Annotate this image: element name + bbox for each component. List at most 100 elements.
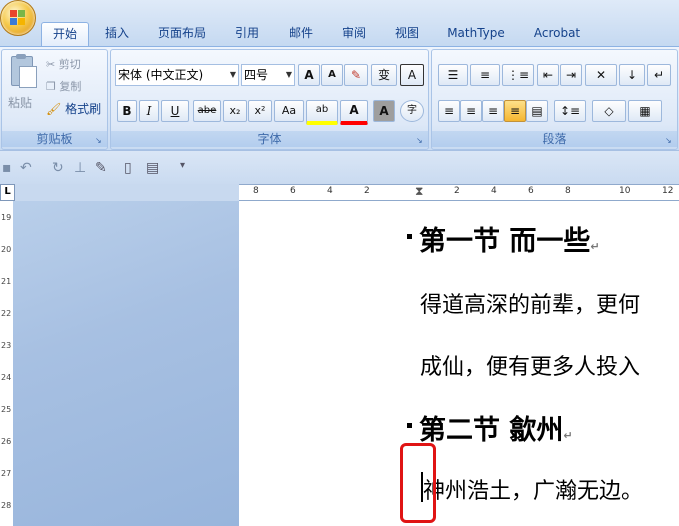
change-case-button[interactable]: Aa	[274, 100, 304, 122]
clipboard-group-label: 剪贴板	[2, 131, 107, 147]
copy-button[interactable]: ❐ 复制	[46, 78, 81, 94]
decrease-indent-icon[interactable]: ⇤	[537, 64, 559, 86]
character-shading-button[interactable]: A	[373, 100, 395, 122]
insert-table-icon[interactable]: ⊥	[74, 160, 86, 176]
vruler-tick-label: 21	[1, 277, 12, 286]
bold-button[interactable]: B	[117, 100, 137, 122]
edit-icon[interactable]: ✎	[95, 160, 107, 176]
office-button[interactable]	[0, 0, 36, 36]
undo-icon[interactable]: ↶	[20, 160, 32, 176]
body-line-1[interactable]: 得道高深的前辈，更何	[420, 287, 640, 319]
clipboard-dialog-launcher-icon[interactable]: ↘	[95, 136, 104, 145]
font-name-combo[interactable]: 宋体 (中文正文) ▼	[115, 64, 239, 86]
font-size-value: 四号	[244, 68, 269, 82]
strikethrough-button[interactable]: abe	[193, 100, 221, 122]
line-spacing-icon[interactable]: ↕≡	[554, 100, 586, 122]
paste-button[interactable]: 粘贴	[8, 94, 32, 111]
tab-references[interactable]: 引用	[225, 22, 269, 44]
heading-1[interactable]: 第一节 而一些↵	[419, 219, 600, 258]
clear-formatting-icon[interactable]: ✎	[344, 64, 368, 86]
ruler-tick-label: 10	[619, 186, 631, 196]
body-line-2[interactable]: 成仙，便有更多人投入	[420, 349, 640, 381]
paragraph-group-label: 段落	[432, 131, 677, 147]
shrink-font-button[interactable]: A	[321, 64, 343, 86]
sort-icon[interactable]: ↓	[619, 64, 645, 86]
indent-marker-icon[interactable]: ⧗	[415, 184, 423, 199]
increase-indent-icon[interactable]: ⇥	[560, 64, 582, 86]
tab-mathtype[interactable]: MathType	[440, 22, 512, 44]
heading-2[interactable]: 第二节 歙州↵	[419, 408, 573, 447]
paragraph-group: ☰ ≡ ⋮≡ ⇤ ⇥ ✕ ↓ ↵ ≡ ≡ ≡ ≡ ▤ ↕≡ ◇ ▦ 段落 ↘	[431, 49, 678, 150]
borders-icon[interactable]: ▦	[628, 100, 662, 122]
tab-selector[interactable]: L	[0, 184, 15, 201]
enclose-characters-button[interactable]: 字	[400, 100, 424, 122]
tab-page-layout[interactable]: 页面布局	[150, 22, 214, 44]
vruler-tick-label: 22	[1, 309, 12, 318]
paintbrush-icon: 🖌	[46, 102, 62, 116]
font-color-button[interactable]: A	[340, 100, 368, 125]
new-document-icon[interactable]: ▯	[124, 160, 132, 176]
align-left-icon[interactable]: ≡	[438, 100, 460, 122]
ruler-tick-label: 2	[454, 186, 460, 196]
paragraph-mark: ↵	[563, 429, 573, 442]
character-border-button[interactable]: A	[400, 64, 424, 86]
numbering-icon[interactable]: ≡	[470, 64, 500, 86]
grow-font-button[interactable]: A	[298, 64, 320, 86]
body-line-3[interactable]: 神州浩土，广瀚无边。	[423, 473, 643, 505]
copy-icon: ❐	[46, 80, 56, 93]
vruler-tick-label: 27	[1, 469, 12, 478]
ruler-tick-label: 12	[662, 186, 674, 196]
font-group: 宋体 (中文正文) ▼ 四号 ▼ A A ✎ 变 A B I U abe x₂ …	[110, 49, 429, 150]
format-painter-button[interactable]: 🖌 格式刷	[46, 100, 101, 117]
italic-button[interactable]: I	[139, 100, 159, 122]
vertical-ruler[interactable]: 19 20 21 22 23 24 25 26 27 28	[0, 201, 14, 526]
tab-home[interactable]: 开始	[41, 22, 89, 46]
horizontal-ruler[interactable]: 8 6 4 2 2 4 6 8 10 12 ⧗	[239, 184, 679, 201]
print-icon[interactable]: ▤	[146, 160, 159, 176]
cut-button[interactable]: ✂ 剪切	[46, 56, 81, 72]
underline-button[interactable]: U	[161, 100, 189, 122]
quick-access-toolbar: ▪ ↶ ↻ ⊥ ✎ ▯ ▤ ▾	[0, 150, 679, 186]
phonetic-guide-button[interactable]: 变	[371, 64, 397, 86]
heading-bullet-icon	[407, 423, 412, 428]
ribbon: 粘贴 ✂ 剪切 ❐ 复制 🖌 格式刷 剪贴板 ↘ 宋体 (中文正文) ▼ 四号 …	[0, 46, 679, 151]
office-logo-icon	[10, 10, 26, 26]
align-center-icon[interactable]: ≡	[460, 100, 482, 122]
text-highlight-button[interactable]: ab	[306, 100, 338, 125]
shading-icon[interactable]: ◇	[592, 100, 626, 122]
align-right-icon[interactable]: ≡	[482, 100, 504, 122]
vruler-tick-label: 28	[1, 501, 12, 510]
tab-review[interactable]: 审阅	[332, 22, 376, 44]
heading-1-text: 第一节 而一些	[419, 226, 591, 257]
tab-insert[interactable]: 插入	[96, 22, 138, 44]
vruler-tick-label: 26	[1, 437, 12, 446]
distributed-icon[interactable]: ▤	[526, 100, 548, 122]
tab-acrobat[interactable]: Acrobat	[525, 22, 589, 44]
paragraph-dialog-launcher-icon[interactable]: ↘	[665, 136, 674, 145]
scissors-icon: ✂	[46, 58, 56, 71]
ruler-tick-label: 4	[327, 186, 333, 196]
redo-icon[interactable]: ↻	[52, 160, 64, 176]
multilevel-list-icon[interactable]: ⋮≡	[502, 64, 534, 86]
customize-toolbar-icon[interactable]: ▾	[180, 160, 185, 171]
bullets-icon[interactable]: ☰	[438, 64, 468, 86]
ruler-tick-label: 6	[528, 186, 534, 196]
vruler-tick-label: 19	[1, 213, 12, 222]
font-dialog-launcher-icon[interactable]: ↘	[416, 136, 425, 145]
paste-icon[interactable]	[7, 54, 37, 88]
chinese-layout-icon[interactable]: ✕	[585, 64, 617, 86]
tab-view[interactable]: 视图	[385, 22, 429, 44]
vruler-tick-label: 25	[1, 405, 12, 414]
document-page[interactable]: 第一节 而一些↵ 得道高深的前辈，更何 成仙，便有更多人投入 第二节 歙州↵ 神…	[239, 201, 679, 526]
vruler-tick-label: 24	[1, 373, 12, 382]
ruler-tick-label: 2	[364, 186, 370, 196]
justify-icon[interactable]: ≡	[504, 100, 526, 122]
ruler-tick-label: 4	[491, 186, 497, 196]
show-marks-icon[interactable]: ↵	[647, 64, 671, 86]
tab-mailings[interactable]: 邮件	[279, 22, 323, 44]
subscript-button[interactable]: x₂	[223, 100, 247, 122]
superscript-button[interactable]: x²	[248, 100, 272, 122]
clipboard-group: 粘贴 ✂ 剪切 ❐ 复制 🖌 格式刷 剪贴板 ↘	[1, 49, 108, 150]
save-icon[interactable]: ▪	[2, 160, 12, 176]
font-size-combo[interactable]: 四号 ▼	[241, 64, 295, 86]
